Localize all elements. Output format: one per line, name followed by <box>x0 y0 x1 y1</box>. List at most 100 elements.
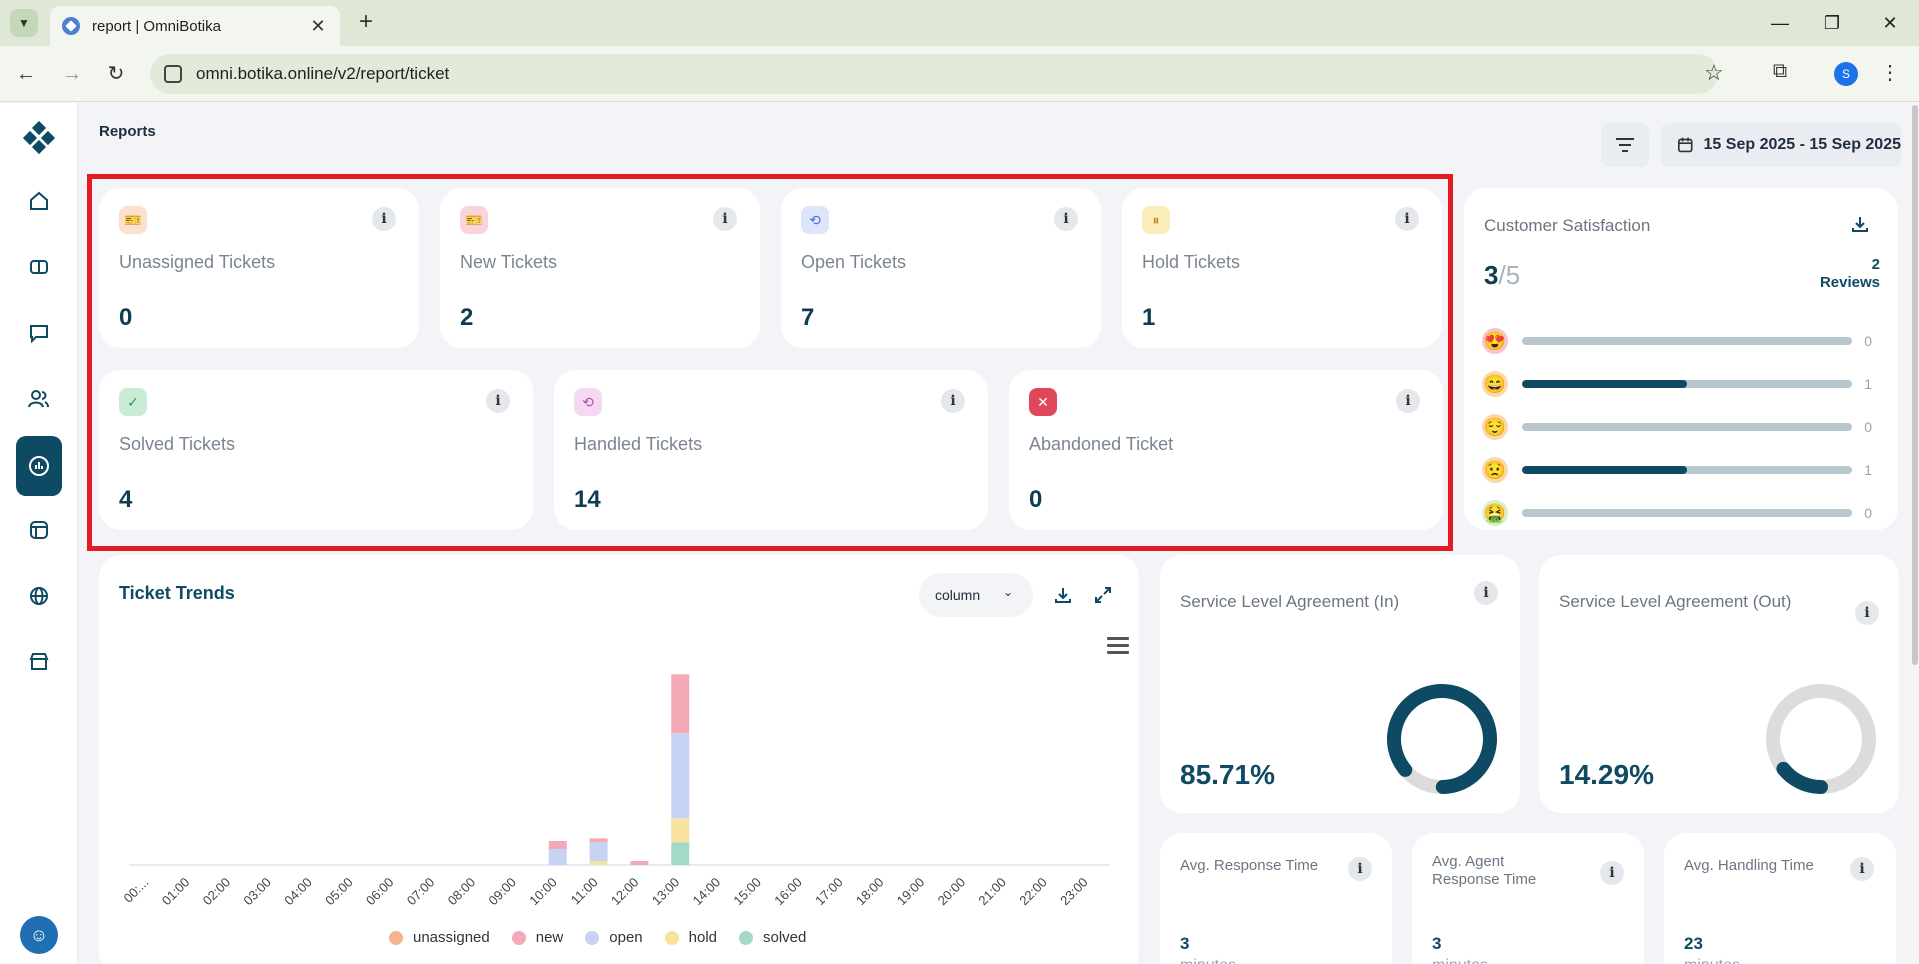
rating-bar <box>1521 423 1853 431</box>
x-tick-label: 02:00 <box>200 875 234 909</box>
avg-handling-time-card: Avg. Handling Time i 23minutes <box>1664 833 1896 964</box>
legend-item[interactable]: new <box>511 929 563 946</box>
reload-button[interactable]: ↻ <box>102 60 130 88</box>
x-tick-label: 09:00 <box>485 875 519 909</box>
sidebar-item-chat[interactable] <box>16 310 62 356</box>
x-tick-label: 18:00 <box>853 875 887 909</box>
home-icon <box>30 191 48 210</box>
tab-close-icon[interactable]: ✕ <box>308 16 328 37</box>
bar-segment-open[interactable] <box>671 733 690 819</box>
browser-menu-icon[interactable]: ⋮ <box>1880 60 1900 85</box>
x-tick-label: 19:00 <box>894 875 928 909</box>
x-tick-label: 04:00 <box>281 875 315 909</box>
avg-title: Avg. Handling Time <box>1684 857 1814 874</box>
info-icon[interactable]: i <box>1348 857 1372 881</box>
globe-icon <box>30 587 48 605</box>
sla-in-value: 85.71% <box>1180 759 1275 790</box>
rating-bar <box>1521 509 1853 517</box>
bar-segment-hold[interactable] <box>589 861 608 865</box>
legend-item[interactable]: solved <box>739 929 806 946</box>
sidebar-item-templates[interactable] <box>16 507 62 553</box>
sla-in-card: Service Level Agreement (In) i 85.71% <box>1160 555 1520 813</box>
new-tab-button[interactable]: + <box>352 9 380 37</box>
legend-label: solved <box>763 929 807 946</box>
avg-value: 23minutes <box>1684 934 1740 964</box>
highlight-box <box>87 174 1453 551</box>
bot-assistant-icon[interactable]: ☺ <box>20 916 58 954</box>
bar-segment-new[interactable] <box>671 674 690 733</box>
site-info-icon[interactable] <box>164 65 182 83</box>
rating-count: 1 <box>1864 462 1872 478</box>
url-text: omni.botika.online/v2/report/ticket <box>196 64 450 83</box>
legend-item[interactable]: hold <box>664 929 717 946</box>
browser-tab[interactable]: report | OmniBotika ✕ <box>50 6 340 46</box>
bar-segment-new[interactable] <box>548 841 567 849</box>
app-logo-icon[interactable] <box>22 121 56 155</box>
bar-segment-new[interactable] <box>630 861 649 865</box>
avg-agent-response-time-card: Avg. Agent Response Time i 3minutes <box>1412 833 1644 964</box>
bar-segment-solved[interactable] <box>671 842 690 865</box>
rating-count: 0 <box>1864 419 1872 435</box>
page-scrollbar[interactable] <box>1911 103 1919 964</box>
extensions-icon[interactable]: ⧉ <box>1766 60 1794 88</box>
x-tick-label: 03:00 <box>240 875 274 909</box>
emoji-icon: 😄 <box>1482 371 1508 397</box>
avg-response-time-card: Avg. Response Time i 3minutes <box>1160 833 1392 964</box>
donut-arc <box>1387 684 1497 794</box>
back-button[interactable]: ← <box>12 60 40 88</box>
ticket-trends-chart: 00:... 01:00 02:00 03:00 04:00 05:00 06:00 07:0… <box>120 674 1109 909</box>
sidebar-item-contacts[interactable] <box>16 376 62 422</box>
legend-label: open <box>609 929 643 946</box>
info-icon[interactable]: i <box>1600 861 1624 885</box>
bar-segment-hold[interactable] <box>671 818 690 843</box>
legend-dot <box>511 930 526 945</box>
date-range-picker[interactable]: 15 Sep 2025 - 15 Sep 2025 <box>1661 123 1901 167</box>
x-tick-label: 11:00 <box>568 875 601 908</box>
avg-title: Avg. Response Time <box>1180 857 1319 874</box>
sidebar-item-tickets[interactable] <box>16 244 62 290</box>
info-icon[interactable]: i <box>1850 857 1874 881</box>
sidebar-item-channels[interactable] <box>16 573 62 619</box>
info-icon[interactable]: i <box>1474 581 1498 605</box>
omnibox[interactable]: omni.botika.online/v2/report/ticket <box>150 54 1718 94</box>
forward-button[interactable]: → <box>58 60 86 88</box>
avg-title: Avg. Agent Response Time <box>1432 853 1537 888</box>
filter-button[interactable] <box>1601 123 1649 167</box>
bar-segment-open[interactable] <box>589 842 608 861</box>
emoji-icon: 🤮 <box>1482 500 1508 526</box>
bookmark-star-icon[interactable]: ☆ <box>1704 60 1724 86</box>
legend-item[interactable]: unassigned <box>389 929 490 946</box>
sidebar-item-reports[interactable] <box>16 436 62 496</box>
close-window-button[interactable]: ✕ <box>1870 8 1910 38</box>
x-tick-label: 22:00 <box>1016 875 1050 909</box>
download-button[interactable] <box>1842 206 1878 242</box>
emoji-icon: 😟 <box>1482 457 1508 483</box>
chat-icon <box>30 325 48 344</box>
sidebar-item-home[interactable] <box>16 178 62 224</box>
rating-count: 0 <box>1864 505 1872 521</box>
x-tick-label: 15:00 <box>730 875 764 909</box>
bar-segment-open[interactable] <box>548 849 567 865</box>
browser-tabbar: ▼ report | OmniBotika ✕ + — ❐ ✕ <box>0 0 1919 46</box>
bar-segment-new[interactable] <box>589 838 608 843</box>
profile-avatar[interactable]: S <box>1834 62 1858 86</box>
users-icon <box>28 390 49 408</box>
satisfaction-row: 🤮 0 <box>1482 498 1872 528</box>
legend-item[interactable]: open <box>585 929 643 946</box>
satisfaction-score: 3/5 <box>1484 260 1521 290</box>
address-bar-row: ← → ↻ omni.botika.online/v2/report/ticke… <box>0 46 1919 102</box>
scroll-thumb[interactable] <box>1912 105 1918 665</box>
store-icon <box>29 653 49 670</box>
minimize-button[interactable]: — <box>1760 8 1800 38</box>
x-tick-label: 08:00 <box>445 875 479 909</box>
x-tick-label: 01:00 <box>159 875 193 909</box>
restore-button[interactable]: ❐ <box>1812 8 1852 38</box>
x-tick-label: 13:00 <box>649 875 683 909</box>
rating-bar <box>1521 380 1853 388</box>
info-icon[interactable]: i <box>1855 601 1879 625</box>
tab-search-button[interactable]: ▼ <box>10 9 38 37</box>
tab-title: report | OmniBotika <box>92 17 221 35</box>
sidebar-item-store[interactable] <box>16 639 62 685</box>
x-tick-label: 07:00 <box>404 875 438 909</box>
sla-in-donut <box>1387 684 1497 794</box>
